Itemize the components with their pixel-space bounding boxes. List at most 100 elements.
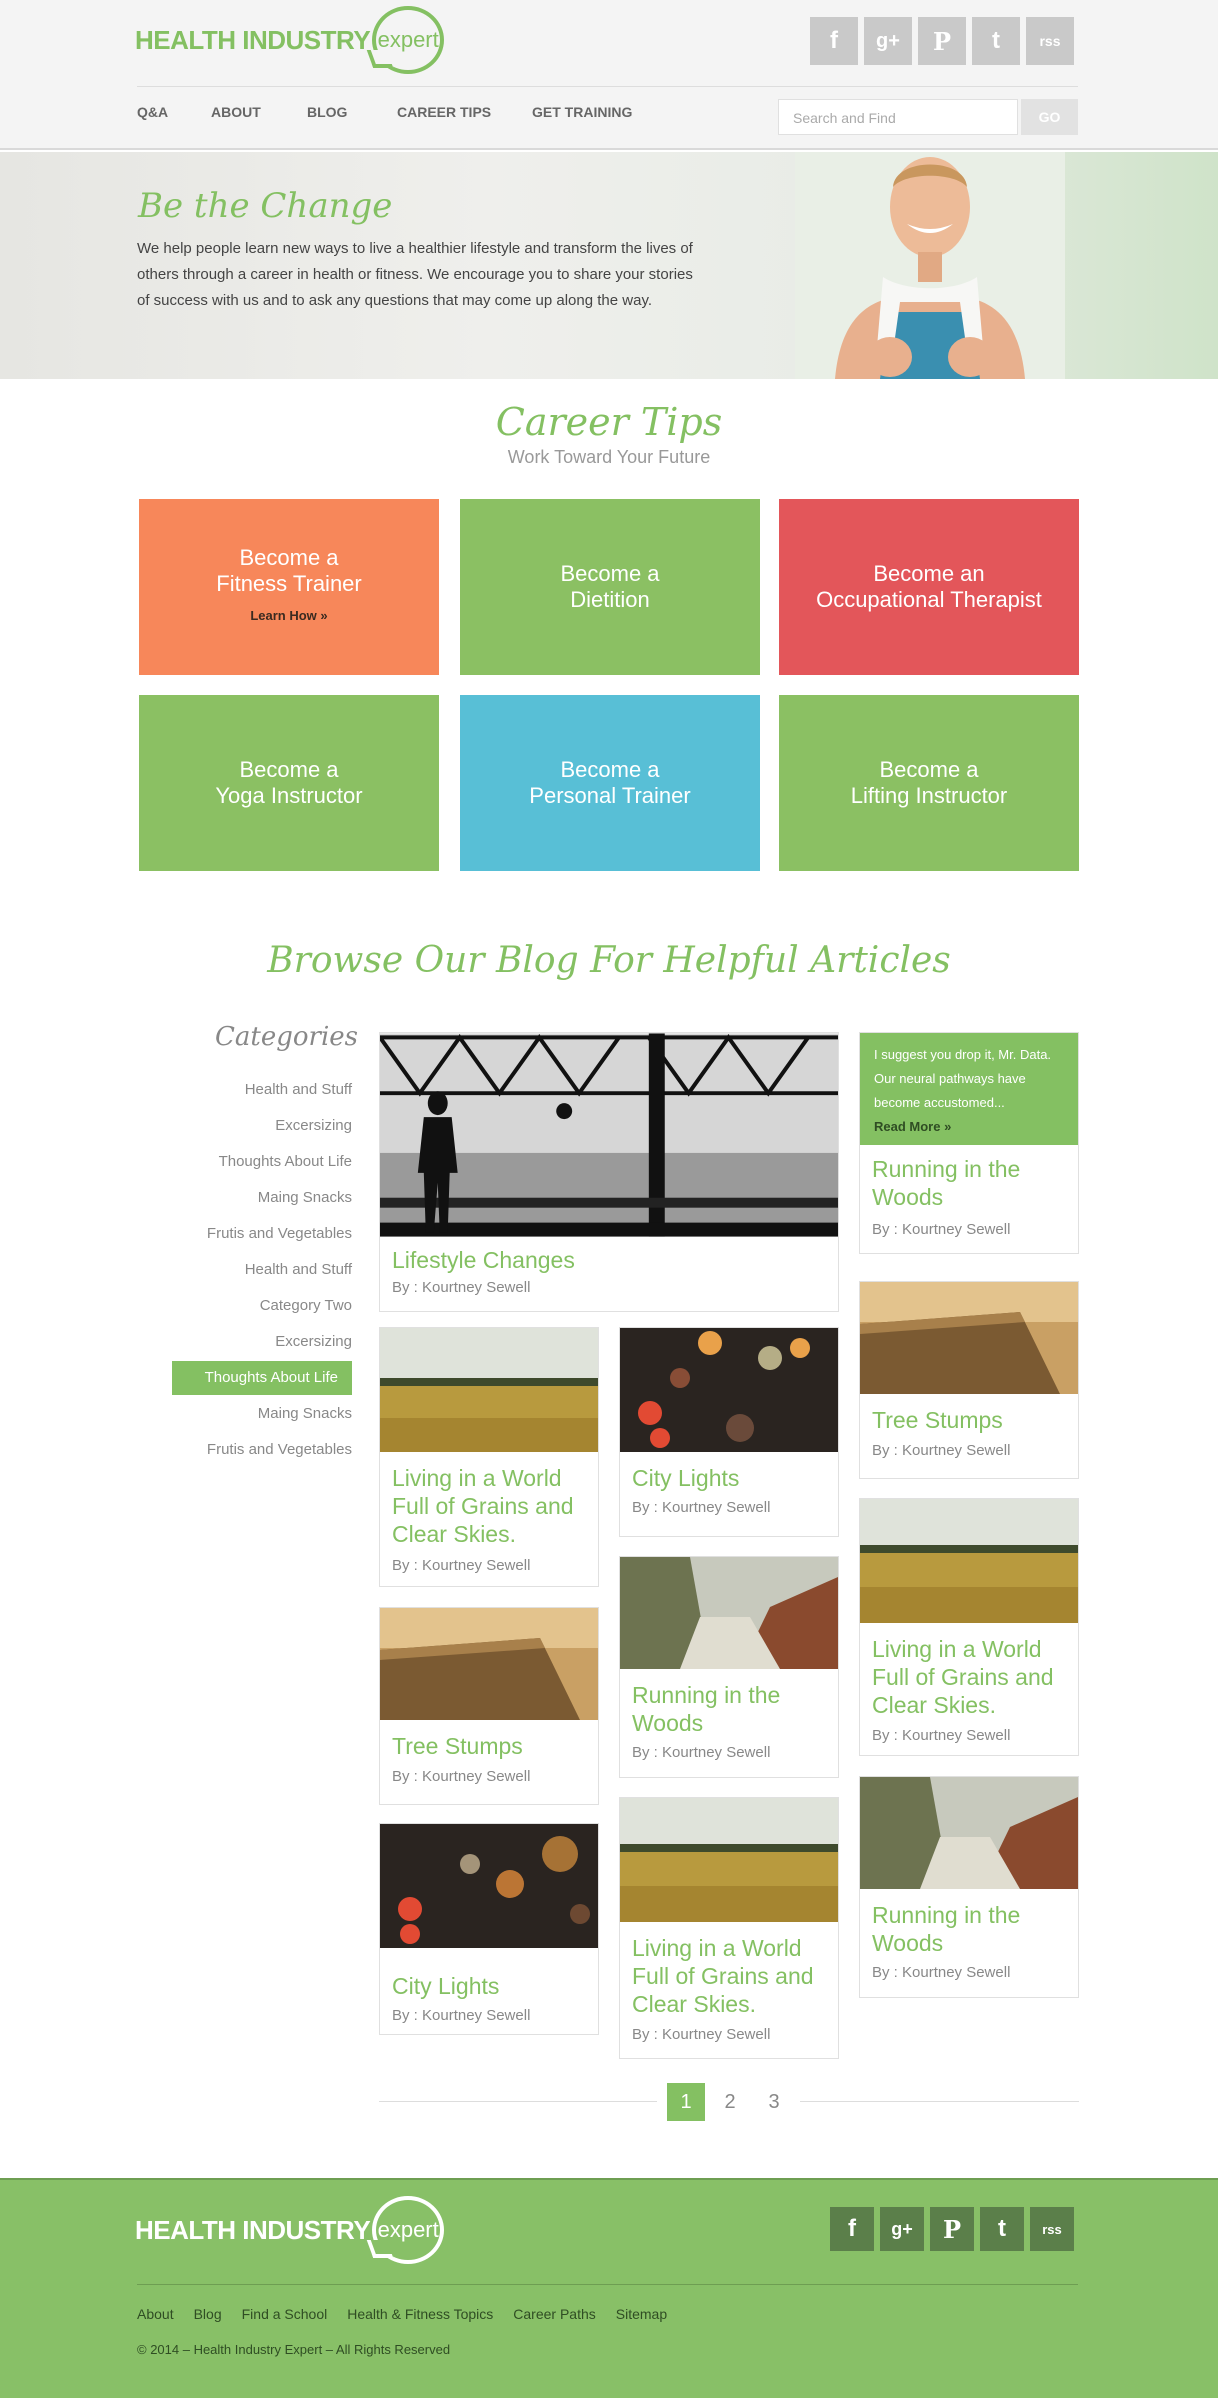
- featured-post-card[interactable]: Lifestyle Changes By : Kourtney Sewell: [379, 1032, 839, 1312]
- tile-line2: Lifting Instructor: [850, 783, 1008, 808]
- post-card[interactable]: Running in the Woods By : Kourtney Sewel…: [619, 1556, 839, 1778]
- tree-stump-image: [380, 1608, 598, 1720]
- category-item[interactable]: Excersizing: [172, 1109, 352, 1143]
- category-item-active[interactable]: Thoughts About Life: [172, 1361, 352, 1395]
- grain-field-image: [380, 1328, 598, 1452]
- google-plus-icon[interactable]: g+: [880, 2207, 924, 2251]
- footer-logo[interactable]: HEALTH INDUSTRY expert: [135, 2196, 445, 2264]
- logo-text: HEALTH INDUSTRY: [135, 2214, 371, 2245]
- page-1-button[interactable]: 1: [667, 2083, 705, 2121]
- facebook-icon[interactable]: f: [830, 2207, 874, 2251]
- tile-line2: Occupational Therapist: [816, 587, 1042, 612]
- copyright-text: © 2014 – Health Industry Expert – All Ri…: [137, 2342, 451, 2357]
- post-card[interactable]: Tree Stumps By : Kourtney Sewell: [379, 1607, 599, 1805]
- tile-line1: Become a: [239, 757, 339, 782]
- post-author: By : Kourtney Sewell: [392, 2007, 531, 2024]
- tile-line2: Personal Trainer: [529, 783, 691, 808]
- post-card[interactable]: City Lights By : Kourtney Sewell: [619, 1327, 839, 1537]
- post-title[interactable]: City Lights: [632, 1464, 739, 1492]
- twitter-icon[interactable]: t: [972, 17, 1020, 65]
- tile-lifting-instructor[interactable]: Become a Lifting Instructor: [779, 695, 1079, 871]
- category-item[interactable]: Maing Snacks: [172, 1397, 352, 1431]
- post-title[interactable]: Living in a World Full of Grains and Cle…: [632, 1934, 832, 2018]
- footer-link-career-paths[interactable]: Career Paths: [513, 2306, 595, 2322]
- post-card[interactable]: Living in a World Full of Grains and Cle…: [859, 1498, 1079, 1756]
- tile-dietition[interactable]: Become a Dietition: [460, 499, 760, 675]
- search-go-button[interactable]: GO: [1021, 99, 1078, 135]
- post-card[interactable]: Tree Stumps By : Kourtney Sewell: [859, 1281, 1079, 1479]
- hero-text: We help people learn new ways to live a …: [137, 240, 693, 309]
- pinterest-icon[interactable]: P: [930, 2207, 974, 2251]
- quote-text: I suggest you drop it, Mr. Data. Our neu…: [874, 1047, 1052, 1110]
- google-plus-icon[interactable]: g+: [864, 17, 912, 65]
- footer-link-topics[interactable]: Health & Fitness Topics: [347, 2306, 493, 2322]
- post-title[interactable]: Running in the Woods: [872, 1155, 1062, 1211]
- post-title[interactable]: Living in a World Full of Grains and Cle…: [872, 1635, 1072, 1719]
- post-title[interactable]: Tree Stumps: [872, 1406, 1003, 1434]
- footer-link-blog[interactable]: Blog: [194, 2306, 222, 2322]
- category-item[interactable]: Thoughts About Life: [172, 1145, 352, 1179]
- tile-line1: Become an: [873, 561, 985, 586]
- category-item[interactable]: Maing Snacks: [172, 1181, 352, 1215]
- post-title[interactable]: Living in a World Full of Grains and Cle…: [392, 1464, 592, 1548]
- search-input[interactable]: Search and Find: [778, 99, 1018, 135]
- footer-link-sitemap[interactable]: Sitemap: [616, 2306, 667, 2322]
- quote-box: I suggest you drop it, Mr. Data. Our neu…: [860, 1033, 1078, 1145]
- tile-line2: Fitness Trainer: [216, 571, 362, 596]
- post-author: By : Kourtney Sewell: [392, 1768, 531, 1785]
- category-item[interactable]: Category Two: [172, 1289, 352, 1323]
- hero-title: Be the Change: [138, 186, 393, 226]
- nav-get-training[interactable]: GET TRAINING: [532, 104, 652, 120]
- page-2-button[interactable]: 2: [711, 2083, 749, 2121]
- header-social: f g+ P t rss: [810, 17, 1074, 65]
- tile-personal-trainer[interactable]: Become a Personal Trainer: [460, 695, 760, 871]
- nav-career-tips[interactable]: CAREER TIPS: [397, 104, 532, 120]
- post-title[interactable]: Running in the Woods: [872, 1901, 1072, 1957]
- learn-how-link[interactable]: Learn How »: [250, 603, 327, 629]
- nav-qa[interactable]: Q&A: [137, 104, 211, 120]
- site-logo[interactable]: HEALTH INDUSTRY expert: [135, 6, 445, 74]
- footer-link-about[interactable]: About: [137, 2306, 174, 2322]
- featured-post-image: [380, 1033, 838, 1237]
- pagination-line-right: [800, 2101, 1079, 2102]
- tile-occupational-therapist[interactable]: Become an Occupational Therapist: [779, 499, 1079, 675]
- pinterest-icon[interactable]: P: [918, 17, 966, 65]
- rss-icon[interactable]: rss: [1026, 17, 1074, 65]
- facebook-icon[interactable]: f: [810, 17, 858, 65]
- tile-yoga-instructor[interactable]: Become a Yoga Instructor: [139, 695, 439, 871]
- category-item[interactable]: Frutis and Vegetables: [172, 1433, 352, 1467]
- nav-blog[interactable]: BLOG: [307, 104, 397, 120]
- read-more-link[interactable]: Read More »: [874, 1115, 1064, 1139]
- woods-path-image: [620, 1557, 838, 1669]
- post-title[interactable]: City Lights: [392, 1972, 499, 2000]
- category-item[interactable]: Health and Stuff: [172, 1253, 352, 1287]
- post-author: By : Kourtney Sewell: [872, 1442, 1011, 1459]
- categories-title: Categories: [215, 1022, 358, 1052]
- post-card[interactable]: Living in a World Full of Grains and Cle…: [619, 1797, 839, 2059]
- post-title[interactable]: Tree Stumps: [392, 1732, 523, 1760]
- rss-icon[interactable]: rss: [1030, 2207, 1074, 2251]
- post-author: By : Kourtney Sewell: [872, 1964, 1011, 1981]
- nav-about[interactable]: ABOUT: [211, 104, 307, 120]
- post-card[interactable]: Running in the Woods By : Kourtney Sewel…: [859, 1776, 1079, 1998]
- post-author: By : Kourtney Sewell: [392, 1279, 531, 1296]
- logo-bubble: expert: [372, 2196, 445, 2264]
- tile-line2: Yoga Instructor: [215, 783, 363, 808]
- post-card[interactable]: Living in a World Full of Grains and Cle…: [379, 1327, 599, 1587]
- category-item[interactable]: Health and Stuff: [172, 1073, 352, 1107]
- post-title[interactable]: Running in the Woods: [632, 1681, 832, 1737]
- tile-fitness-trainer[interactable]: Become a Fitness Trainer Learn How »: [139, 499, 439, 675]
- category-item[interactable]: Frutis and Vegetables: [172, 1217, 352, 1251]
- quote-post-card[interactable]: I suggest you drop it, Mr. Data. Our neu…: [859, 1032, 1079, 1254]
- post-title[interactable]: Lifestyle Changes: [392, 1246, 575, 1274]
- post-card[interactable]: City Lights By : Kourtney Sewell: [379, 1823, 599, 2035]
- twitter-icon[interactable]: t: [980, 2207, 1024, 2251]
- page-3-button[interactable]: 3: [755, 2083, 793, 2121]
- career-tips-title: Career Tips: [495, 400, 723, 444]
- tile-line1: Become a: [239, 545, 339, 570]
- grain-field-image: [860, 1499, 1078, 1623]
- footer-link-find-school[interactable]: Find a School: [242, 2306, 328, 2322]
- logo-text: HEALTH INDUSTRY: [135, 24, 371, 55]
- hero-banner: Be the Change We help people learn new w…: [0, 152, 1218, 379]
- category-item[interactable]: Excersizing: [172, 1325, 352, 1359]
